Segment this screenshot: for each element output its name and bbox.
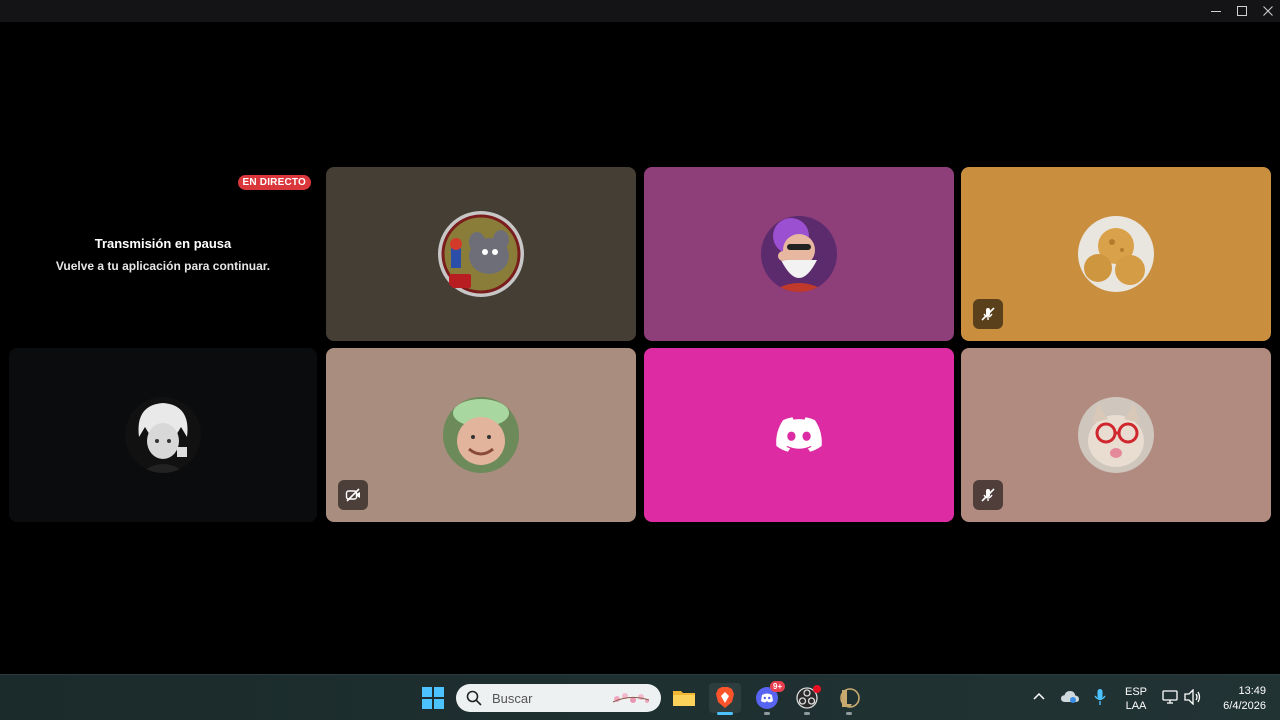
close-icon (1263, 6, 1273, 16)
show-hidden-icons-button[interactable] (1032, 690, 1046, 709)
chevron-up-icon (1033, 692, 1045, 700)
mic-muted-indicator (973, 299, 1003, 329)
clock-time: 13:49 (1238, 685, 1266, 697)
minimize-button[interactable] (1203, 0, 1229, 22)
windows-taskbar: Buscar 9+ ESP LAA 13:49 6/4/2026 (0, 674, 1280, 720)
language-switcher[interactable]: ESP LAA (1119, 683, 1153, 713)
network-icon (1162, 690, 1178, 704)
file-explorer-icon (673, 691, 695, 706)
active-app-indicator (717, 712, 733, 715)
search-icon (466, 690, 482, 706)
keyboard-layout: LAA (1125, 700, 1147, 712)
mic-muted-icon (981, 488, 995, 502)
clock-date: 6/4/2026 (1223, 700, 1266, 712)
minimize-icon (1211, 11, 1221, 12)
cloud-icon (1061, 691, 1079, 703)
onedrive-button[interactable] (1060, 689, 1080, 710)
master-roshi-avatar (761, 216, 837, 292)
stream-paused-title: Transmisión en pausa (94, 236, 232, 251)
brave-browser-button[interactable] (709, 683, 741, 715)
participant-tile[interactable] (326, 348, 636, 522)
cherry-blossom-icon (612, 693, 650, 703)
window-title-bar (0, 0, 1280, 22)
discord-taskbar-button[interactable]: 9+ (751, 681, 786, 715)
camera-off-indicator (338, 480, 368, 510)
microphone-icon (1094, 689, 1106, 705)
participant-tile[interactable] (644, 348, 954, 522)
live-badge: EN DIRECTO (237, 175, 311, 190)
participant-tile[interactable] (9, 348, 317, 522)
camera-off-icon (345, 488, 360, 502)
obs-taskbar-button[interactable] (791, 683, 823, 715)
close-button[interactable] (1255, 0, 1280, 22)
discord-logo-icon (776, 417, 822, 458)
league-of-legends-button[interactable] (833, 683, 865, 715)
mic-muted-icon (981, 307, 995, 321)
mic-muted-indicator (973, 480, 1003, 510)
volume-button[interactable] (1184, 688, 1202, 710)
anime-white-hair-avatar (125, 397, 201, 473)
open-app-indicator (804, 712, 810, 715)
recording-dot (813, 685, 821, 693)
participant-tile[interactable] (326, 167, 636, 341)
league-of-legends-icon (840, 688, 860, 708)
stream-tile-paused[interactable]: EN DIRECTO Transmisión en pausa Vuelve a… (9, 167, 317, 341)
discord-notification-badge: 9+ (770, 681, 786, 692)
speaker-icon (1184, 688, 1201, 706)
clock[interactable]: 13:49 6/4/2026 (1210, 683, 1268, 713)
bread-rolls-avatar (1078, 216, 1154, 292)
open-app-indicator (846, 712, 852, 715)
taskbar-search[interactable]: Buscar (456, 684, 661, 712)
maximize-button[interactable] (1229, 0, 1255, 22)
person-green-cap-avatar (443, 397, 519, 473)
participant-tile[interactable] (644, 167, 954, 341)
search-placeholder: Buscar (492, 690, 533, 706)
tom-cat-mario-avatar (437, 210, 525, 298)
windows-start-icon (422, 687, 444, 709)
maximize-icon (1237, 6, 1247, 16)
file-explorer-button[interactable] (668, 683, 700, 713)
microphone-button[interactable] (1093, 688, 1107, 711)
start-button[interactable] (417, 683, 449, 713)
network-button[interactable] (1162, 689, 1180, 710)
participant-tile[interactable] (961, 167, 1271, 341)
brave-browser-icon (716, 687, 734, 708)
participant-tile[interactable] (961, 348, 1271, 522)
open-app-indicator (764, 712, 770, 715)
language-code: ESP (1124, 686, 1147, 698)
cat-red-glasses-avatar (1078, 397, 1154, 473)
stream-paused-subtitle: Vuelve a tu aplicación para continuar. (55, 259, 271, 273)
